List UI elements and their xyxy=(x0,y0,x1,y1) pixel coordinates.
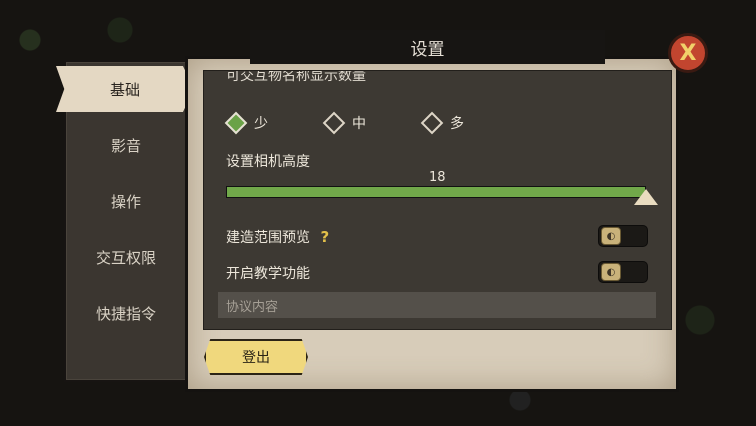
dialog-title-bar: 设置 xyxy=(250,30,605,64)
count-option-many[interactable]: 多 xyxy=(420,111,464,135)
toggle-knob-icon: ◐ xyxy=(601,227,621,245)
logout-button-label: 登出 xyxy=(242,350,270,366)
radio-diamond-icon xyxy=(322,111,346,135)
build-preview-label: 建造范围预览 xyxy=(226,230,310,246)
tab-shortcuts[interactable]: 快捷指令 xyxy=(66,286,186,340)
tab-interaction-permissions-label: 交互权限 xyxy=(95,248,156,267)
count-option-medium[interactable]: 中 xyxy=(322,111,366,135)
toggle-knob-icon: ◐ xyxy=(601,263,621,281)
question-icon[interactable]: ? xyxy=(320,228,329,246)
tutorial-label: 开启教学功能 xyxy=(226,266,310,282)
build-preview-toggle[interactable]: ◐ xyxy=(598,225,648,247)
settings-content[interactable]: 可交互物名称显示数量 少 中 多 设置相机高度 18 建造范围预览 ? ◐ 开启… xyxy=(203,70,672,330)
tab-controls-label: 操作 xyxy=(110,192,141,211)
camera-height-slider-fill xyxy=(227,187,645,197)
tab-interaction-permissions[interactable]: 交互权限 xyxy=(66,230,186,284)
tab-audio-video-label: 影音 xyxy=(110,136,141,155)
tutorial-toggle[interactable]: ◐ xyxy=(598,261,648,283)
settings-sidebar: 基础 影音 操作 交互权限 快捷指令 xyxy=(56,60,194,382)
agreement-placeholder: 协议内容 xyxy=(226,299,279,315)
interact-count-options: 少 中 多 xyxy=(224,111,522,135)
close-button[interactable]: X xyxy=(668,33,708,73)
count-option-many-label: 多 xyxy=(450,116,464,132)
close-x-icon: X xyxy=(679,40,697,66)
radio-diamond-icon xyxy=(420,111,444,135)
tab-basic-label: 基础 xyxy=(109,80,140,99)
camera-height-slider[interactable] xyxy=(226,186,646,198)
logout-button[interactable]: 登出 xyxy=(204,339,308,375)
agreement-content-field[interactable]: 协议内容 xyxy=(218,292,656,318)
camera-height-slider-handle[interactable] xyxy=(634,189,658,205)
count-option-few-label: 少 xyxy=(254,116,268,132)
count-option-medium-label: 中 xyxy=(352,116,366,132)
tab-basic[interactable]: 基础 xyxy=(56,66,194,112)
build-preview-row: 建造范围预览 ? xyxy=(226,227,329,247)
tab-controls[interactable]: 操作 xyxy=(66,174,186,228)
dialog-title: 设置 xyxy=(410,39,445,60)
tab-audio-video[interactable]: 影音 xyxy=(66,118,186,172)
count-option-few[interactable]: 少 xyxy=(224,111,268,135)
interact-name-count-label: 可交互物名称显示数量 xyxy=(226,70,366,84)
radio-diamond-icon xyxy=(224,111,248,135)
camera-height-value: 18 xyxy=(429,170,446,185)
tab-shortcuts-label: 快捷指令 xyxy=(95,304,156,323)
camera-height-label: 设置相机高度 xyxy=(226,154,310,170)
